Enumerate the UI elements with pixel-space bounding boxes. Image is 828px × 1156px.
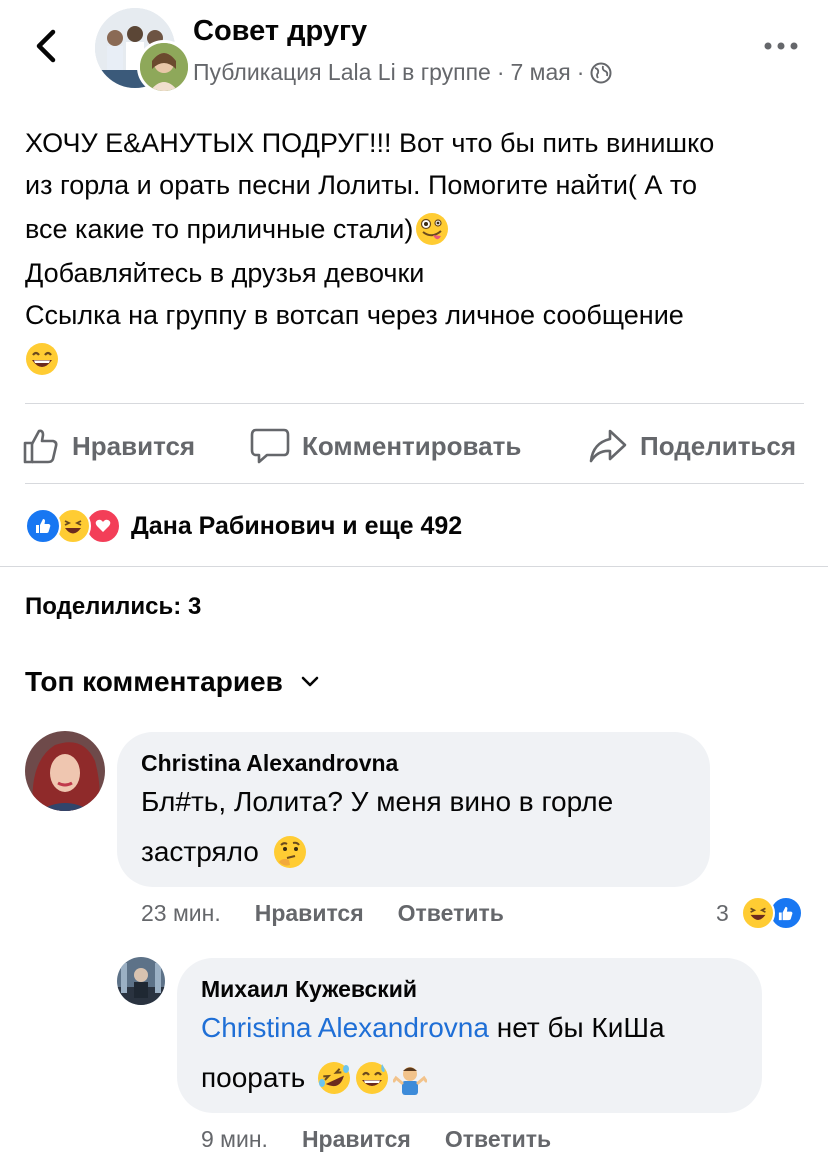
more-options-button[interactable] xyxy=(757,28,805,64)
author-avatar[interactable] xyxy=(137,40,191,94)
post-date[interactable]: 7 мая xyxy=(511,59,571,86)
comments-filter-label: Топ комментариев xyxy=(25,666,283,697)
reaction-icons xyxy=(25,508,121,544)
shares-count[interactable]: Поделились: 3 xyxy=(25,593,201,621)
comment-label: Комментировать xyxy=(302,430,522,461)
post-body: ХОЧУ Е&АНУТЫХ ПОДРУГ!!! Вот что бы пить … xyxy=(25,122,815,382)
reply-meta: 9 мин. Нравится Ответить xyxy=(201,1126,551,1153)
chevron-down-icon xyxy=(301,676,319,687)
post-line-text: все какие то приличные стали) xyxy=(25,214,414,244)
divider xyxy=(25,403,804,404)
comment-like-button[interactable]: Нравится xyxy=(255,900,364,927)
replier-avatar[interactable] xyxy=(117,957,165,1005)
separator: · xyxy=(576,59,585,85)
post-line xyxy=(25,336,815,382)
post-line: из горла и орать песни Лолиты. Помогите … xyxy=(25,170,698,200)
comment-icon xyxy=(250,428,290,464)
comment-author[interactable]: Christina Alexandrovna xyxy=(141,750,398,777)
divider xyxy=(25,483,804,484)
share-label: Поделиться xyxy=(640,430,797,461)
comment-text-line: застряло xyxy=(141,827,307,877)
comment-reactions[interactable]: 3 xyxy=(716,896,803,930)
sweat-smile-emoji-icon xyxy=(356,1062,389,1094)
like-reaction-icon xyxy=(25,508,61,544)
share-icon xyxy=(589,429,627,463)
reply-like-button[interactable]: Нравится xyxy=(302,1126,411,1153)
man-shrugging-emoji-icon xyxy=(393,1067,428,1095)
comment-reply-button[interactable]: Ответить xyxy=(398,900,504,927)
zany-face-emoji-icon xyxy=(416,213,449,245)
comment-text: застряло xyxy=(141,836,259,867)
share-button[interactable]: Поделиться xyxy=(588,420,796,472)
post-line: все какие то приличные стали) xyxy=(25,206,815,252)
post-line: ХОЧУ Е&АНУТЫХ ПОДРУГ!!! Вот что бы пить … xyxy=(25,128,715,158)
reactions-summary[interactable]: Дана Рабинович и еще 492 xyxy=(25,506,462,546)
reply-time: 9 мин. xyxy=(201,1126,268,1152)
comment-text: Бл#ть, Лолита? У меня вино в горле xyxy=(141,786,614,817)
reply-mention-link[interactable]: Christina Alexandrovna xyxy=(201,1012,489,1043)
comment-meta: 23 мин. Нравится Ответить xyxy=(141,900,504,927)
thinking-face-emoji-icon xyxy=(273,836,306,868)
reply-author[interactable]: Михаил Кужевский xyxy=(201,976,417,1003)
comment-time: 23 мин. xyxy=(141,900,221,926)
comment-reaction-count: 3 xyxy=(716,899,729,926)
separator: · xyxy=(496,59,505,85)
back-button[interactable] xyxy=(22,22,70,70)
more-icon xyxy=(764,42,798,50)
post-subtitle: Публикация Lala Li в группе · 7 мая · xyxy=(193,59,612,86)
group-name[interactable]: Совет другу xyxy=(193,15,367,48)
posted-by[interactable]: Публикация Lala Li в группе xyxy=(193,59,491,86)
haha-reaction-icon xyxy=(740,896,775,930)
post-line: Добавляйтесь в друзья девочки xyxy=(25,258,425,288)
commenter-avatar[interactable] xyxy=(25,731,105,811)
comments-filter-dropdown[interactable]: Топ комментариев xyxy=(25,666,319,698)
reply-text: поорать xyxy=(201,1062,306,1093)
reply-text-line: Christina Alexandrovna нет бы КиШа xyxy=(201,1003,665,1053)
reply-text-line: поорать xyxy=(201,1053,428,1103)
post-line: Ссылка на группу в вотсап через личное с… xyxy=(25,300,684,330)
thumbs-up-icon xyxy=(23,429,58,464)
rolling-laughing-emoji-icon xyxy=(318,1062,351,1094)
reply-text: нет бы КиШа xyxy=(488,1012,665,1043)
globe-icon xyxy=(590,62,612,83)
reply-reply-button[interactable]: Ответить xyxy=(445,1126,551,1153)
comment-button[interactable]: Комментировать xyxy=(250,420,521,472)
grinning-face-emoji-icon xyxy=(26,343,58,375)
chevron-left-icon xyxy=(36,29,56,63)
like-button[interactable]: Нравится xyxy=(22,420,195,472)
reactions-text: Дана Рабинович и еще 492 xyxy=(131,511,463,540)
section-separator xyxy=(0,566,828,567)
like-label: Нравится xyxy=(72,430,196,461)
